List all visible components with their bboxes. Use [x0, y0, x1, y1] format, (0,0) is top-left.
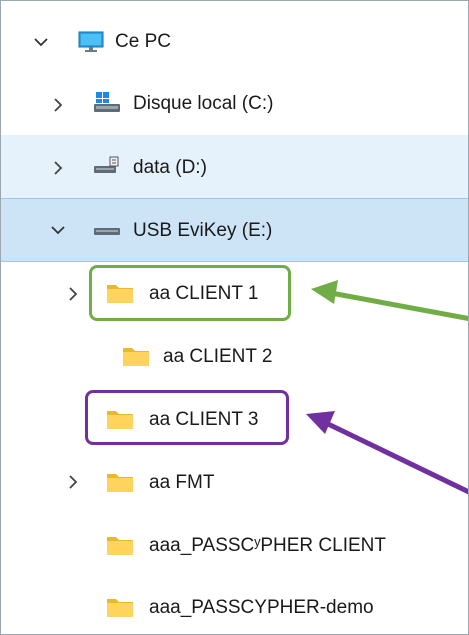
purple-arrow-icon — [306, 411, 468, 495]
navigation-pane: Ce PC Disque local (C:) data (D:) USB Ev… — [0, 0, 469, 635]
annotation-arrows — [306, 280, 468, 495]
green-arrow-icon — [311, 280, 468, 321]
